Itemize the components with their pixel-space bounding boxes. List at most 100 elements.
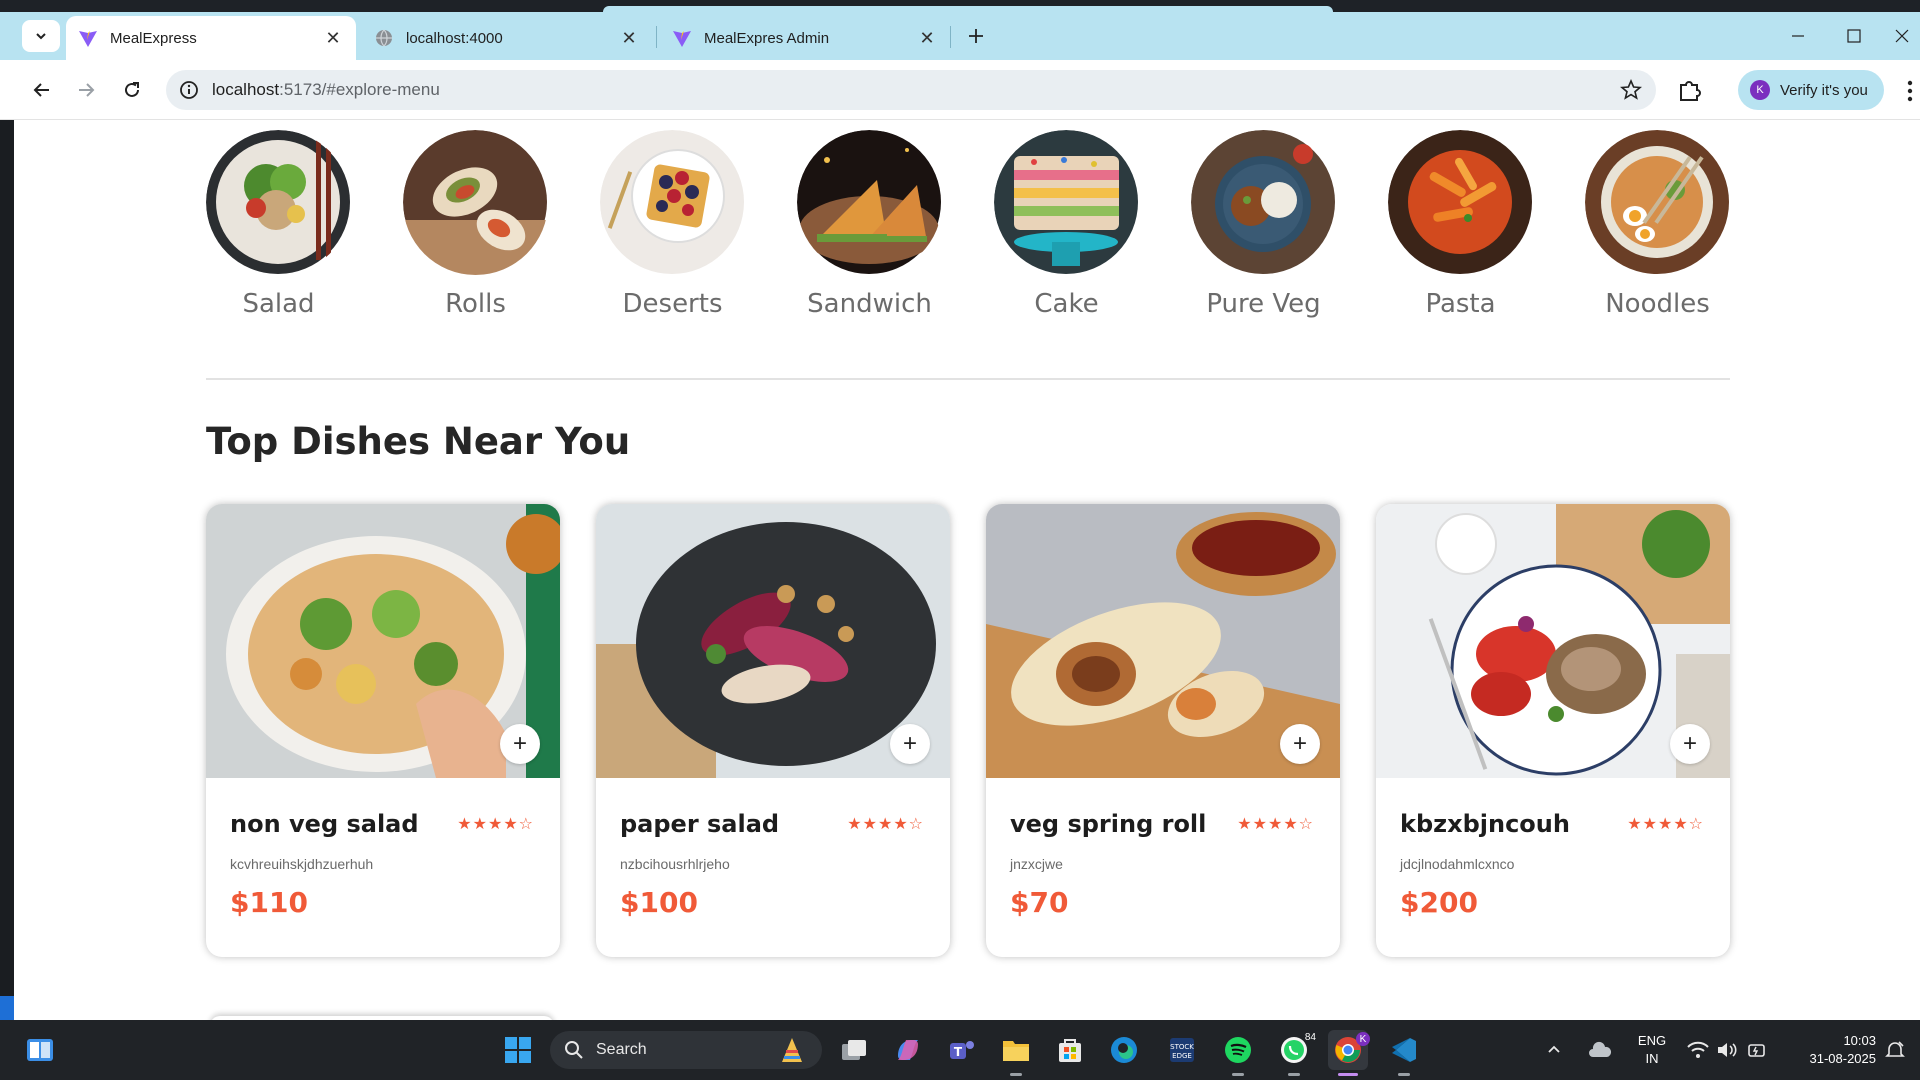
food-price: $200 xyxy=(1400,886,1478,919)
menu-item-deserts[interactable]: Deserts xyxy=(600,130,745,319)
whatsapp-icon[interactable]: 84 xyxy=(1274,1030,1318,1076)
menu-label: Salad xyxy=(242,289,315,319)
menu-label: Pure Veg xyxy=(1206,289,1321,319)
menu-label: Rolls xyxy=(445,289,506,319)
windows-taskbar: Search T STOCK EDGE 84 K ENG IN 10:03 31… xyxy=(0,1020,1920,1080)
onedrive-cloud-icon[interactable] xyxy=(1584,1030,1616,1070)
plus-icon: + xyxy=(902,730,917,757)
cake-image xyxy=(994,130,1139,275)
food-name: paper salad xyxy=(620,810,780,838)
svg-text:STOCK: STOCK xyxy=(1170,1043,1194,1051)
tab-title: localhost:4000 xyxy=(406,29,503,47)
edge-browser-icon[interactable] xyxy=(1104,1030,1144,1070)
close-icon[interactable]: ✕ xyxy=(916,27,938,49)
search-label: Search xyxy=(596,1041,647,1058)
chevron-down-icon xyxy=(36,33,46,40)
teams-icon[interactable]: T xyxy=(942,1030,982,1070)
back-button[interactable] xyxy=(24,72,60,108)
chevron-up-icon[interactable] xyxy=(1542,1030,1566,1070)
food-card[interactable]: + paper salad ★★★★☆ nzbcihousrhlrjeho $1… xyxy=(596,504,950,957)
tab-search-button[interactable] xyxy=(22,20,60,52)
clock[interactable]: 10:03 31-08-2025 xyxy=(1780,1032,1877,1068)
new-tab-button[interactable] xyxy=(960,20,992,52)
volume-icon[interactable] xyxy=(1714,1030,1740,1070)
title-strip xyxy=(0,0,1920,12)
food-display-list: + non veg salad ★★★★☆ kcvhreuihskjdhzuer… xyxy=(206,504,1730,964)
menu-label: Deserts xyxy=(622,289,723,319)
tab-localhost[interactable]: localhost:4000 ✕ xyxy=(362,16,652,60)
notifications-bell-icon[interactable] xyxy=(1880,1030,1910,1070)
food-description: jnzxcjwe xyxy=(1010,856,1063,872)
add-to-cart-button[interactable]: + xyxy=(890,724,930,764)
task-view-icon[interactable] xyxy=(834,1030,874,1070)
vscode-icon[interactable] xyxy=(1384,1030,1424,1076)
rating-stars: ★★★★☆ xyxy=(1237,816,1314,833)
menu-item-pasta[interactable]: Pasta xyxy=(1388,130,1533,319)
battery-icon[interactable] xyxy=(1744,1030,1770,1070)
start-windows-icon[interactable] xyxy=(498,1030,538,1070)
stock-edge-icon[interactable]: STOCK EDGE xyxy=(1162,1030,1202,1070)
url-text: localhost:5173/#explore-menu xyxy=(212,80,440,99)
chrome-icon[interactable]: K xyxy=(1328,1030,1370,1076)
close-icon[interactable]: ✕ xyxy=(322,27,344,49)
widgets-icon[interactable] xyxy=(20,1030,60,1070)
sandwich-image xyxy=(797,130,942,275)
food-card[interactable]: + non veg salad ★★★★☆ kcvhreuihskjdhzuer… xyxy=(206,504,560,957)
language-indicator[interactable]: ENG IN xyxy=(1632,1032,1672,1068)
close-icon[interactable]: ✕ xyxy=(618,27,640,49)
section-title: Top Dishes Near You xyxy=(206,420,631,463)
taskbar-search-box[interactable]: Search xyxy=(550,1031,822,1069)
page-content: Salad Rolls Deserts Sandwich Cake Pure V… xyxy=(0,120,1920,1020)
menu-item-sandwich[interactable]: Sandwich xyxy=(797,130,942,319)
food-image: + xyxy=(206,504,560,778)
menu-label: Sandwich xyxy=(807,289,932,319)
salad-image xyxy=(206,130,351,275)
menu-item-pure-veg[interactable]: Pure Veg xyxy=(1191,130,1336,319)
clock-date: 31-08-2025 xyxy=(1809,1051,1877,1066)
wifi-icon[interactable] xyxy=(1684,1030,1712,1070)
tab-title: MealExpress xyxy=(110,29,197,47)
menu-label: Cake xyxy=(1034,289,1099,319)
pure-veg-image xyxy=(1191,130,1336,275)
extensions-puzzle-icon[interactable] xyxy=(1676,76,1706,106)
copilot-icon[interactable] xyxy=(888,1030,928,1070)
food-image: + xyxy=(1376,504,1730,778)
file-explorer-icon[interactable] xyxy=(996,1030,1036,1076)
food-name: non veg salad xyxy=(230,810,419,838)
arrow-right-icon xyxy=(79,83,95,97)
close-window-button[interactable] xyxy=(1884,16,1920,56)
food-description: kcvhreuihskjdhzuerhuh xyxy=(230,856,374,872)
profile-label: Verify it's you xyxy=(1780,81,1868,99)
minimize-button[interactable] xyxy=(1772,16,1824,56)
menu-item-rolls[interactable]: Rolls xyxy=(403,130,548,319)
rating-stars: ★★★★☆ xyxy=(1627,816,1704,833)
address-bar[interactable]: localhost:5173/#explore-menu xyxy=(166,70,1656,110)
add-to-cart-button[interactable]: + xyxy=(1670,724,1710,764)
add-to-cart-button[interactable]: + xyxy=(1280,724,1320,764)
menu-item-cake[interactable]: Cake xyxy=(994,130,1139,319)
more-menu-icon[interactable] xyxy=(1900,76,1920,106)
menu-item-salad[interactable]: Salad xyxy=(206,130,351,319)
maximize-button[interactable] xyxy=(1828,16,1880,56)
tab-mealexpress[interactable]: MealExpress ✕ xyxy=(66,16,356,60)
bookmark-star-icon[interactable] xyxy=(1619,78,1643,101)
menu-label: Noodles xyxy=(1605,289,1710,319)
profile-button[interactable]: K Verify it's you xyxy=(1738,70,1884,110)
search-icon xyxy=(565,1041,583,1059)
food-card[interactable]: + kbzxbjncouh ★★★★☆ jdcjlnodahmlcxnco $2… xyxy=(1376,504,1730,957)
microsoft-store-icon[interactable] xyxy=(1050,1030,1090,1070)
add-to-cart-button[interactable]: + xyxy=(500,724,540,764)
site-info-icon[interactable] xyxy=(178,79,200,101)
spotify-icon[interactable] xyxy=(1218,1030,1258,1076)
food-name: kbzxbjncouh xyxy=(1400,810,1570,838)
rating-stars: ★★★★☆ xyxy=(847,816,924,833)
food-card[interactable]: + veg spring roll ★★★★☆ jnzxcjwe $70 xyxy=(986,504,1340,957)
close-icon xyxy=(1895,29,1909,43)
avatar: K xyxy=(1750,80,1770,100)
globe-icon xyxy=(374,28,394,48)
food-price: $110 xyxy=(230,886,308,919)
reload-button[interactable] xyxy=(114,72,150,108)
forward-button[interactable] xyxy=(68,72,104,108)
menu-item-noodles[interactable]: Noodles xyxy=(1585,130,1730,319)
tab-admin[interactable]: MealExpres Admin ✕ xyxy=(660,16,950,60)
